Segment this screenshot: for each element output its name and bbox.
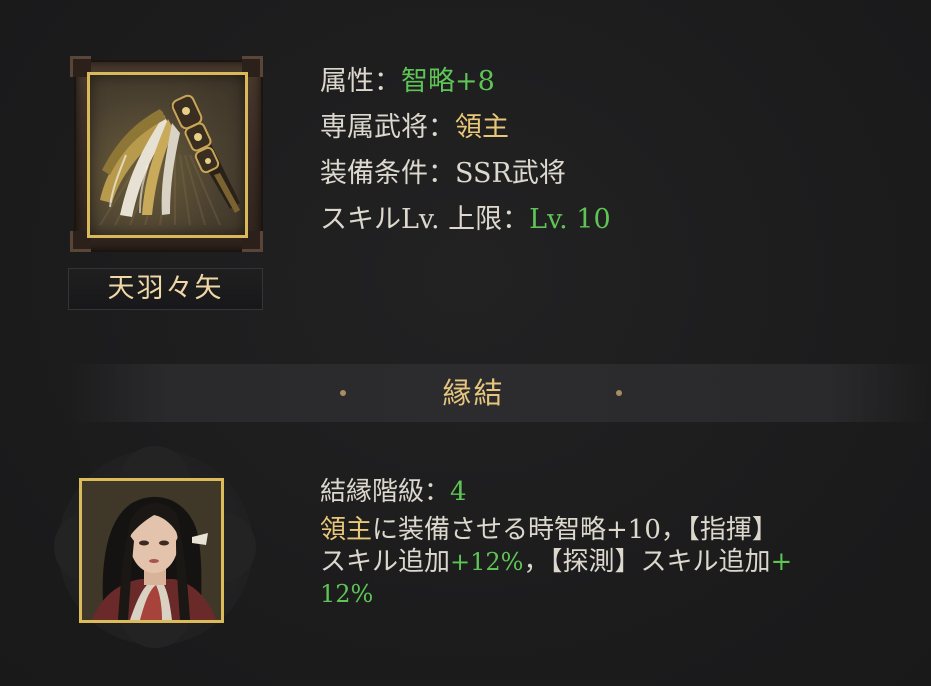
- bond-effect-line-2: スキル追加+12%，【探測】スキル追加+: [320, 546, 880, 578]
- stat-equip-value: SSR武将: [455, 158, 566, 189]
- bond-effect-text: スキル追加: [320, 547, 451, 577]
- bond-effect-description: 領主に装備させる時智略+10，【指揮】 スキル追加+12%，【探測】スキル追加+…: [320, 514, 880, 610]
- item-name: 天羽々矢: [68, 268, 263, 310]
- divider-dot: [616, 390, 622, 396]
- lord-portrait[interactable]: [79, 478, 224, 623]
- bond-effect-text: ，【探測】スキル追加: [523, 547, 771, 577]
- stat-attribute-value: 智略+8: [401, 66, 495, 97]
- stat-equip-condition: 装備条件：SSR武将: [320, 151, 611, 197]
- stat-equip-label: 装備条件：: [320, 158, 455, 189]
- stat-skill-value: Lv. 10: [529, 204, 611, 235]
- bond-bonus-value: +: [770, 547, 793, 577]
- item-icon-frame[interactable]: [70, 56, 263, 252]
- bond-lord-name: 領主: [320, 515, 373, 545]
- section-divider: 縁結: [66, 364, 931, 422]
- bond-effect-line-1: 領主に装備させる時智略+10，【指揮】: [320, 514, 880, 546]
- stat-exclusive-value: 領主: [455, 112, 509, 143]
- bond-bonus-value: 12%: [320, 580, 374, 608]
- equipment-detail-panel: 天羽々矢 属性：智略+8 専属武将：領主 装備条件：SSR武将 スキルLv. 上…: [0, 0, 931, 686]
- stat-attribute: 属性：智略+8: [320, 59, 611, 105]
- item-stats: 属性：智略+8 専属武将：領主 装備条件：SSR武将 スキルLv. 上限：Lv.…: [320, 59, 611, 243]
- section-title: 縁結: [442, 376, 505, 410]
- bond-details: 結縁階級：4 領主に装備させる時智略+10，【指揮】 スキル追加+12%，【探測…: [320, 470, 880, 610]
- tasseled-whisk-weapon-icon: [87, 72, 248, 238]
- stat-exclusive-label: 専属武将：: [320, 112, 455, 143]
- stat-skill-label: スキルLv. 上限：: [320, 204, 530, 235]
- bond-effect-line-3: 12%: [320, 578, 880, 610]
- bond-rank-label: 結縁階級：: [320, 477, 451, 507]
- stat-skill-cap: スキルLv. 上限：Lv. 10: [320, 197, 611, 243]
- stat-exclusive: 専属武将：領主: [320, 105, 611, 151]
- bond-bonus-value: +12%: [450, 548, 524, 576]
- stat-attribute-label: 属性：: [320, 66, 401, 97]
- bond-effect-text: に装備させる時智略+10，【指揮】: [372, 515, 778, 545]
- bond-rank-value: 4: [450, 477, 467, 507]
- bond-rank: 結縁階級：4: [320, 470, 880, 514]
